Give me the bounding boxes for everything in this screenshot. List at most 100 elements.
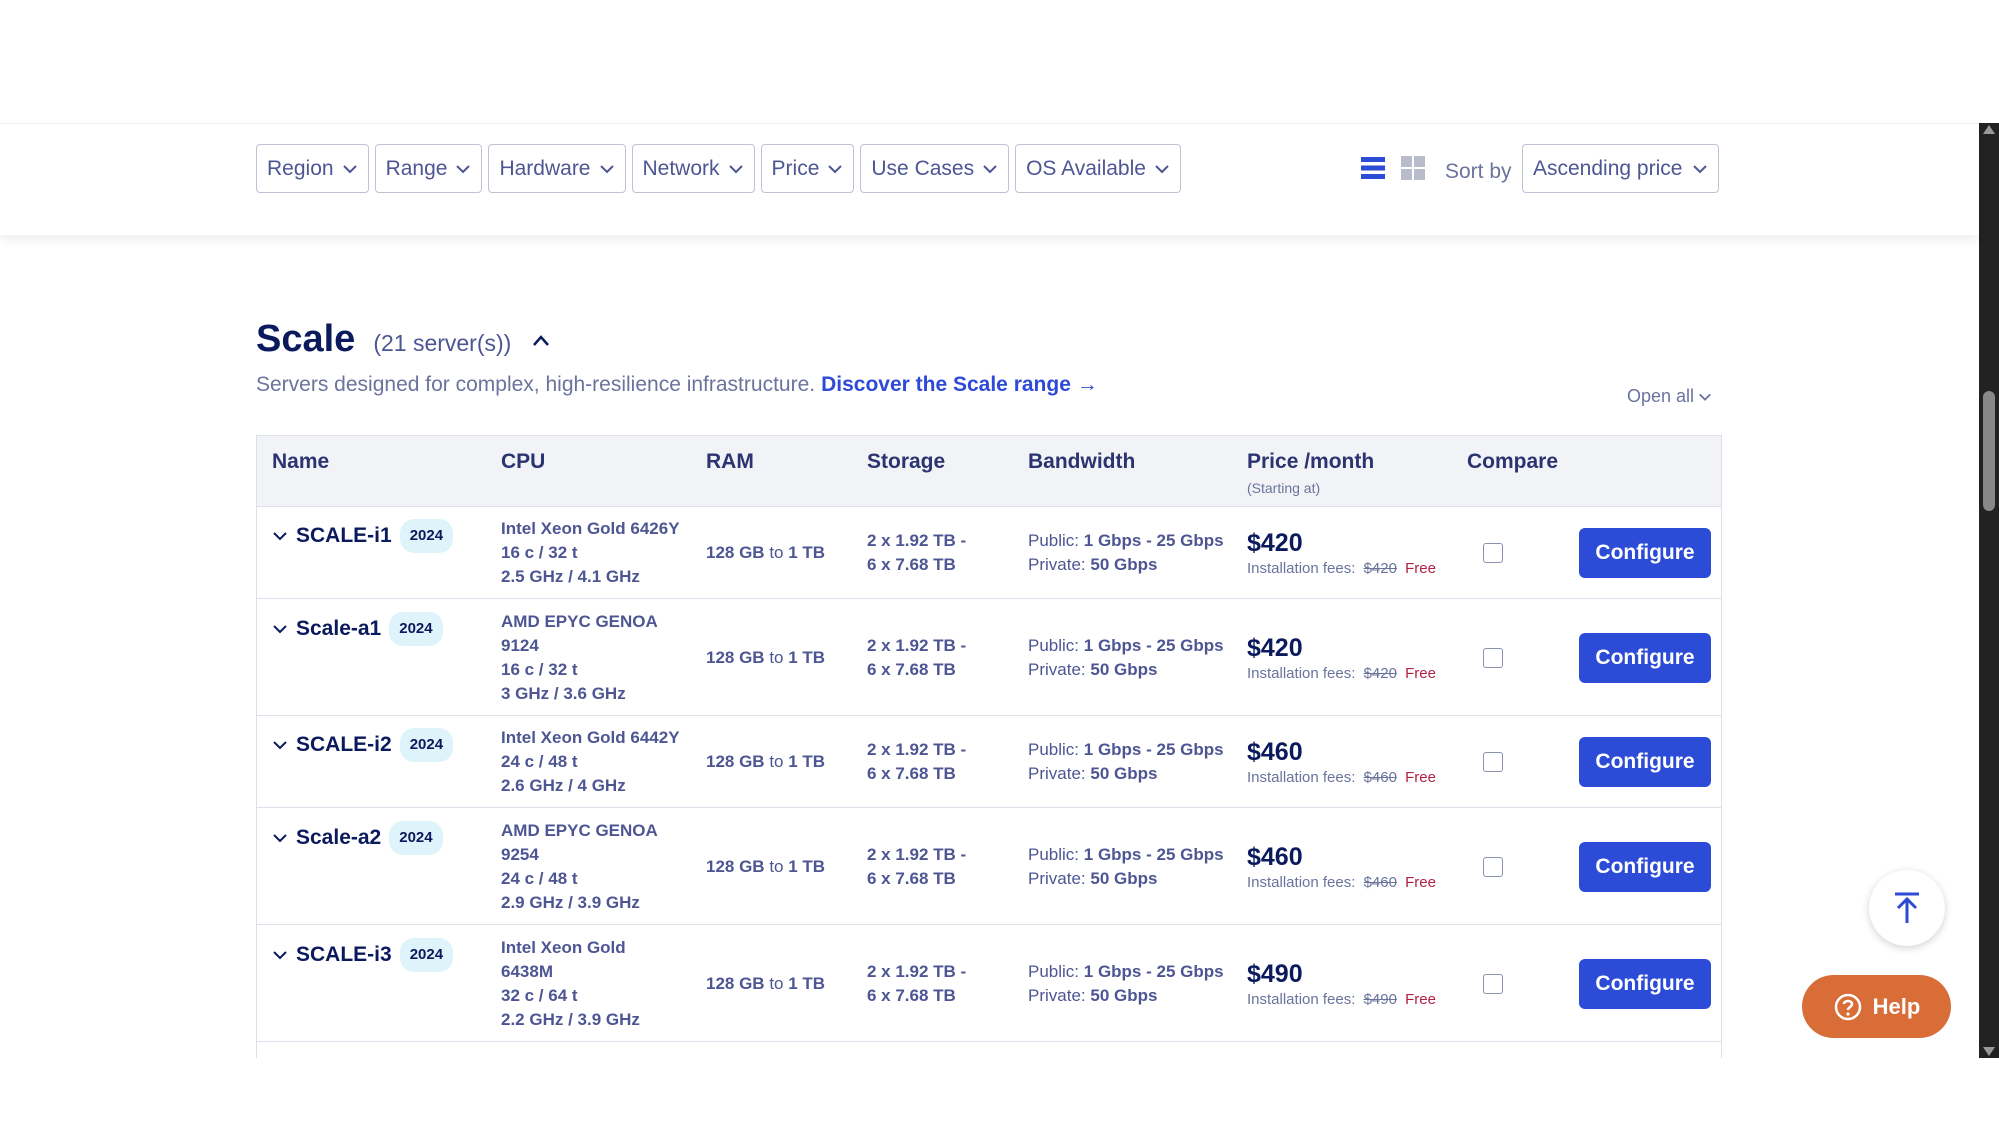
- storage-line: 6 x 7.68 TB: [867, 868, 956, 888]
- storage-cell: 2 x 1.92 TB - 6 x 7.68 TB: [867, 529, 966, 577]
- ram-min: 128 GB: [706, 856, 765, 876]
- fees-label: Installation fees:: [1247, 990, 1356, 1008]
- sort-select[interactable]: Ascending price: [1522, 144, 1720, 193]
- storage-cell: 2 x 1.92 TB - 6 x 7.68 TB: [867, 738, 966, 786]
- compare-checkbox[interactable]: [1483, 856, 1503, 877]
- price-cell: $460 Installation fees: $460 Free: [1247, 738, 1436, 790]
- bandwidth-private: 50 Gbps: [1090, 868, 1158, 888]
- sort-value: Ascending price: [1533, 156, 1683, 180]
- discover-range-link[interactable]: Discover the Scale range →: [821, 373, 1098, 396]
- open-all-button[interactable]: Open all: [1627, 386, 1712, 407]
- ram-max: 1 TB: [788, 973, 826, 993]
- compare-checkbox[interactable]: [1483, 752, 1503, 772]
- filter-network[interactable]: Network: [631, 144, 755, 193]
- storage-cell: 2 x 1.92 TB - 6 x 7.68 TB: [867, 960, 966, 1008]
- server-name-cell[interactable]: SCALE-i2 2024: [272, 728, 454, 762]
- chevron-up-icon[interactable]: [529, 329, 553, 353]
- filter-range[interactable]: Range: [374, 144, 483, 193]
- bandwidth-private: 50 Gbps: [1090, 659, 1158, 679]
- installation-fees: Installation fees: $460 Free: [1247, 766, 1436, 790]
- table-row: SCALE-i3 2024 Intel Xeon Gold 6438M 32 c /…: [257, 925, 1721, 1042]
- price-value: $490: [1247, 959, 1303, 988]
- ram-min: 128 GB: [706, 752, 765, 771]
- filter-label: Region: [267, 156, 334, 180]
- bandwidth-cell: Public: 1 Gbps - 25 Gbps Private: 50 Gbp…: [1028, 960, 1224, 1008]
- chevron-down-icon[interactable]: [272, 621, 288, 637]
- header-bandwidth: Bandwidth: [1028, 450, 1136, 473]
- year-badge: 2024: [399, 728, 454, 762]
- configure-button[interactable]: Configure: [1579, 958, 1711, 1009]
- installation-fees: Installation fees: $460 Free: [1247, 871, 1436, 895]
- grid-view-icon[interactable]: [1400, 155, 1426, 181]
- sort-label: Sort by: [1445, 160, 1512, 183]
- chevron-down-icon[interactable]: [272, 737, 288, 753]
- cpu-line: Intel Xeon Gold 6426Y: [501, 519, 680, 538]
- cpu-line: 3 GHz / 3.6 GHz: [501, 683, 626, 703]
- list-view-icon[interactable]: [1360, 155, 1386, 181]
- server-name-cell[interactable]: Scale-a2 2024: [272, 820, 443, 855]
- chevron-down-icon[interactable]: [272, 947, 288, 963]
- scroll-down-icon[interactable]: [1983, 1047, 1995, 1056]
- table-row: SCALE-i1 2024 Intel Xeon Gold 6426Y 16 c …: [257, 507, 1721, 599]
- server-name-cell[interactable]: SCALE-i3 2024: [272, 937, 454, 972]
- header-name: Name: [272, 450, 330, 473]
- fees-old: $460: [1363, 873, 1397, 891]
- server-name-cell[interactable]: SCALE-i1 2024: [272, 519, 454, 553]
- compare-checkbox[interactable]: [1483, 543, 1503, 563]
- price-cell: $420 Installation fees: $420 Free: [1247, 634, 1436, 686]
- back-to-top-button[interactable]: [1869, 870, 1945, 946]
- filter-label: Range: [385, 156, 448, 180]
- server-name: SCALE-i2: [296, 733, 392, 756]
- storage-line: 6 x 7.68 TB: [867, 764, 956, 783]
- scrollbar[interactable]: [1979, 123, 1999, 1058]
- configure-button[interactable]: Configure: [1579, 841, 1711, 892]
- compare-checkbox[interactable]: [1483, 973, 1503, 994]
- cpu-line: 24 c / 48 t: [501, 752, 578, 771]
- help-button[interactable]: Help: [1802, 975, 1951, 1038]
- header-price-label: Price /month: [1247, 450, 1375, 473]
- bandwidth-private-label: Private:: [1028, 659, 1086, 679]
- filter-bar: Region Range Hardware Network Price Use …: [0, 123, 1979, 235]
- chevron-down-icon[interactable]: [272, 830, 288, 846]
- fees-old: $420: [1363, 664, 1397, 682]
- chevron-down-icon[interactable]: [272, 528, 288, 544]
- cpu-cell: AMD EPYC GENOA 9254 24 c / 48 t 2.9 GHz / 3…: [501, 819, 658, 915]
- ram-max: 1 TB: [788, 752, 826, 771]
- bandwidth-private: 50 Gbps: [1090, 555, 1158, 574]
- scroll-up-icon[interactable]: [1983, 125, 1995, 134]
- header-storage: Storage: [867, 450, 946, 473]
- bandwidth-public-label: Public:: [1028, 740, 1080, 759]
- bandwidth-public: 1 Gbps - 25 Gbps: [1083, 531, 1224, 550]
- cpu-line: Intel Xeon Gold: [501, 937, 626, 957]
- scroll-thumb[interactable]: [1983, 391, 1995, 511]
- storage-cell: 2 x 1.92 TB - 6 x 7.68 TB: [867, 634, 966, 682]
- configure-button[interactable]: Configure: [1579, 737, 1711, 787]
- cpu-line: 2.9 GHz / 3.9 GHz: [501, 892, 640, 912]
- bandwidth-private-label: Private:: [1028, 868, 1086, 888]
- compare-checkbox[interactable]: [1483, 647, 1503, 668]
- filter-hardware[interactable]: Hardware: [488, 144, 626, 193]
- ram-to: to: [769, 543, 784, 562]
- bandwidth-public-label: Public:: [1028, 961, 1080, 981]
- filter-use-cases[interactable]: Use Cases: [860, 144, 1010, 193]
- price-value: $420: [1247, 529, 1303, 557]
- header-price-sub: (Starting at): [1247, 480, 1321, 496]
- price-value: $460: [1247, 738, 1303, 766]
- fees-new: Free: [1405, 873, 1436, 891]
- server-name-cell[interactable]: Scale-a1 2024: [272, 611, 443, 646]
- cpu-line: AMD EPYC GENOA: [501, 820, 658, 840]
- chevron-down-icon: [1693, 164, 1708, 173]
- configure-button[interactable]: Configure: [1579, 528, 1711, 578]
- configure-button[interactable]: Configure: [1579, 632, 1711, 683]
- filter-region[interactable]: Region: [256, 144, 369, 193]
- ram-cell: 128 GB to 1 TB: [706, 646, 825, 670]
- cpu-line: 2.6 GHz / 4 GHz: [501, 776, 626, 795]
- filter-price[interactable]: Price: [760, 144, 855, 193]
- bandwidth-public: 1 Gbps - 25 Gbps: [1083, 740, 1224, 759]
- server-name: Scale-a1: [296, 616, 382, 640]
- fees-old: $420: [1363, 560, 1397, 577]
- table-header: Name CPU RAM Storage Bandwidth Price /mo…: [257, 436, 1721, 507]
- fees-new: Free: [1405, 560, 1436, 577]
- filter-os-available[interactable]: OS Available: [1015, 144, 1181, 193]
- filter-label: OS Available: [1026, 156, 1146, 180]
